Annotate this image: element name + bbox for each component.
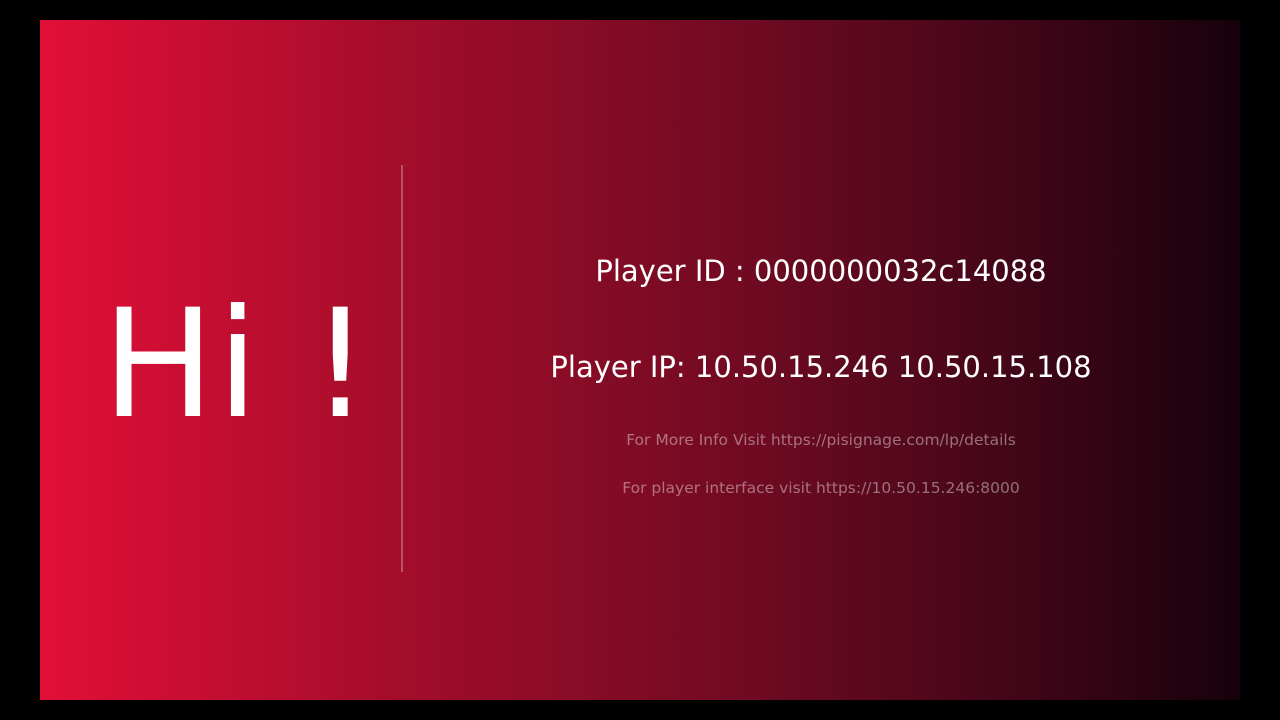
greeting-text: Hi !	[102, 278, 373, 452]
player-id-text: Player ID : 0000000032c14088	[595, 254, 1047, 288]
player-ip-text: Player IP: 10.50.15.246 10.50.15.108	[550, 350, 1092, 384]
more-info-text: For More Info Visit https://pisignage.co…	[626, 431, 1016, 449]
player-interface-text: For player interface visit https://10.50…	[622, 479, 1020, 497]
player-welcome-screen: Hi ! Player ID : 0000000032c14088 Player…	[40, 20, 1240, 700]
